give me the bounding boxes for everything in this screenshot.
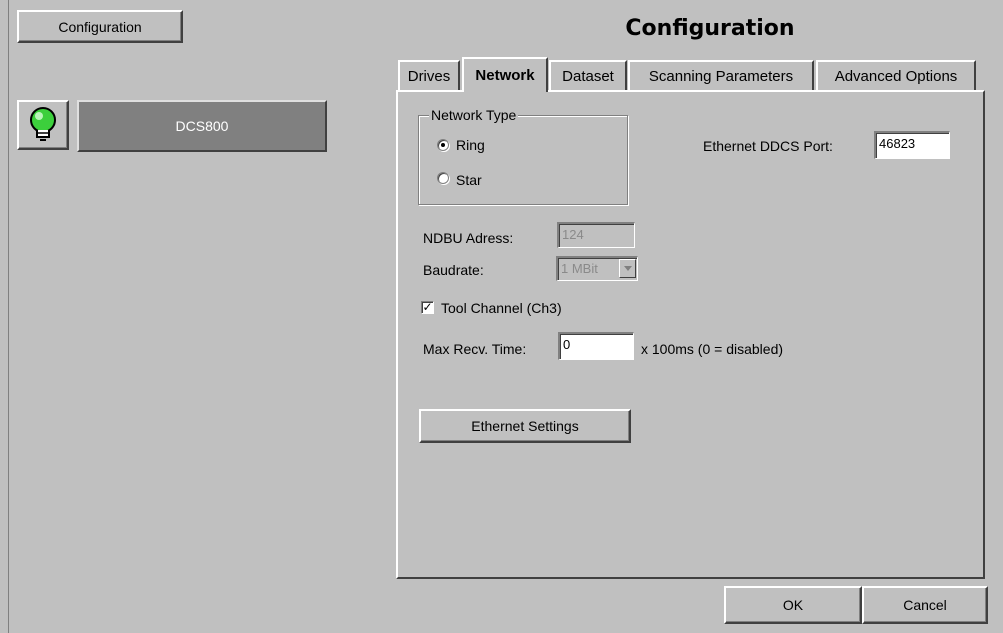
tool-channel-checkbox[interactable]: ✓	[421, 301, 434, 314]
tab-scanning-parameters[interactable]: Scanning Parameters	[628, 60, 814, 90]
tab-drives[interactable]: Drives	[398, 60, 460, 90]
ethernet-ddcs-port-label: Ethernet DDCS Port:	[703, 138, 833, 154]
lightbulb-icon	[30, 107, 56, 141]
tab-network[interactable]: Network	[462, 57, 548, 92]
baudrate-value: 1 MBit	[561, 261, 598, 276]
tool-channel-label[interactable]: Tool Channel (Ch3)	[441, 300, 562, 316]
cancel-button[interactable]: Cancel	[862, 586, 988, 624]
ndbu-address-label: NDBU Adress:	[423, 230, 514, 246]
max-recv-time-unit: x 100ms (0 = disabled)	[641, 341, 784, 357]
tab-dataset[interactable]: Dataset	[549, 60, 627, 90]
ethernet-settings-button[interactable]: Ethernet Settings	[419, 409, 631, 443]
tab-advanced-options[interactable]: Advanced Options	[816, 60, 976, 90]
max-recv-time-label: Max Recv. Time:	[423, 341, 527, 357]
baudrate-select[interactable]: 1 MBit	[556, 256, 638, 281]
network-type-label: Network Type	[429, 107, 519, 123]
star-radio[interactable]	[437, 172, 449, 184]
ethernet-ddcs-port-input[interactable]: 46823	[874, 131, 950, 159]
ndbu-address-input[interactable]: 124	[557, 222, 635, 248]
device-status-button[interactable]	[17, 100, 69, 150]
device-dcs800-button[interactable]: DCS800	[77, 100, 327, 152]
window-left-border	[8, 0, 9, 633]
baudrate-label: Baudrate:	[423, 262, 484, 278]
ring-radio[interactable]	[437, 139, 449, 151]
ring-label[interactable]: Ring	[456, 137, 485, 153]
network-type-group	[418, 115, 628, 205]
page-title: Configuration	[625, 16, 795, 41]
star-label[interactable]: Star	[456, 172, 482, 188]
max-recv-time-input[interactable]: 0	[558, 332, 634, 360]
configuration-button[interactable]: Configuration	[17, 10, 183, 43]
ok-button[interactable]: OK	[724, 586, 862, 624]
chevron-down-icon[interactable]	[619, 259, 636, 278]
